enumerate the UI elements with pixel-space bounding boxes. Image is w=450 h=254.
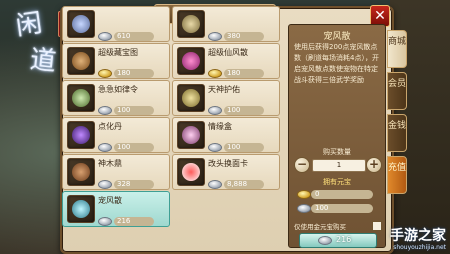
increase-quantity-button[interactable]: + <box>366 157 382 173</box>
tab-shop[interactable]: 商城 <box>387 30 407 68</box>
item-price: 328 <box>98 174 154 189</box>
shop-item[interactable]: 610 <box>62 6 170 42</box>
item-icon <box>177 10 205 38</box>
silver-ingot-icon <box>98 106 112 115</box>
owned-silver-value: 100 <box>311 204 373 213</box>
shop-item[interactable]: 天神护佑 100 <box>172 80 280 116</box>
item-icon <box>67 121 95 149</box>
item-price-value: 380 <box>224 32 264 41</box>
shop-item[interactable]: 超级藏宝图 180 <box>62 43 170 79</box>
shop-item[interactable]: 超级仙风散 180 <box>172 43 280 79</box>
item-icon <box>67 84 95 112</box>
item-price-value: 100 <box>114 106 154 115</box>
shop-item[interactable]: 点化丹 100 <box>62 117 170 153</box>
item-price: 100 <box>98 137 154 152</box>
item-price: 180 <box>208 63 264 78</box>
item-name: 点化丹 <box>98 122 122 131</box>
silver-ingot-icon <box>208 106 222 115</box>
owned-currency-label: 拥有元宝 <box>323 178 351 186</box>
gold-only-checkbox[interactable] <box>372 221 382 231</box>
decrease-quantity-button[interactable]: − <box>294 157 310 173</box>
item-price: 100 <box>208 137 264 152</box>
item-name: 神木鼎 <box>98 159 122 168</box>
tab-membership[interactable]: 会员 <box>387 72 407 110</box>
gold-ingot-icon <box>208 69 222 78</box>
item-grid: 610 380 超级藏宝图 180 超级仙风散 180 急急如律令 100 天神护佑 100 点化丹… <box>62 6 286 248</box>
owned-silver-row: 100 <box>297 203 377 214</box>
tab-money[interactable]: 金钱 <box>387 114 407 152</box>
shop-item[interactable]: 急急如律令 100 <box>62 80 170 116</box>
owned-gold-value: 0 <box>311 190 373 199</box>
silver-ingot-icon <box>208 143 222 152</box>
item-icon <box>177 47 205 75</box>
item-price-value: 8,888 <box>224 180 264 189</box>
watermark-url: shouyouzhijia.net <box>393 244 446 251</box>
buy-button[interactable]: 216 <box>299 233 377 248</box>
watermark: 手游之家 shouyouzhijia.net <box>390 228 446 252</box>
item-price-value: 180 <box>224 69 264 78</box>
item-icon <box>67 10 95 38</box>
item-price: 180 <box>98 63 154 78</box>
silver-ingot-icon <box>208 32 222 41</box>
item-name: 天神护佑 <box>208 85 240 94</box>
item-icon <box>67 158 95 186</box>
item-name: 改头换面卡 <box>208 159 248 168</box>
silver-ingot-icon <box>98 217 112 226</box>
item-price: 610 <box>98 26 154 41</box>
owned-gold-row: 0 <box>297 189 377 200</box>
item-price-value: 180 <box>114 69 154 78</box>
quantity-input[interactable]: 1 <box>312 159 366 172</box>
silver-ingot-icon <box>98 180 112 189</box>
item-icon <box>177 84 205 112</box>
shop-item[interactable]: 380 <box>172 6 280 42</box>
quantity-stepper: − 1 + <box>294 157 382 173</box>
detail-title: 宠风散 <box>323 32 351 42</box>
watermark-title: 手游之家 <box>390 228 446 244</box>
item-name: 超级仙风散 <box>208 48 248 57</box>
item-price: 100 <box>208 100 264 115</box>
item-icon <box>67 47 95 75</box>
tab-recharge[interactable]: 充值 <box>387 156 407 194</box>
gold-ingot-icon <box>297 190 311 199</box>
item-icon <box>67 195 95 223</box>
gold-only-label: 仅使用金元宝购买 <box>294 223 346 231</box>
item-price: 380 <box>208 26 264 41</box>
quantity-label: 购买数量 <box>323 148 351 156</box>
item-name: 急急如律令 <box>98 85 138 94</box>
item-price-value: 100 <box>224 106 264 115</box>
buy-price: 216 <box>336 235 352 244</box>
silver-ingot-icon <box>297 204 311 213</box>
item-price-value: 216 <box>114 217 154 226</box>
shop-item[interactable]: 宠风散 216 <box>62 191 170 227</box>
item-price-value: 100 <box>114 143 154 152</box>
item-price: 8,888 <box>208 174 264 189</box>
detail-description: 使用后获得200点宠风散点数（刷道每场消耗4点），开启宠风散点数使宠物在特定战斗… <box>294 43 379 84</box>
item-price-value: 328 <box>114 180 154 189</box>
item-name: 情缘盒 <box>208 122 232 131</box>
silver-ingot-icon <box>318 236 332 245</box>
item-icon <box>177 121 205 149</box>
item-price: 216 <box>98 211 154 226</box>
item-icon <box>177 158 205 186</box>
gold-ingot-icon <box>98 69 112 78</box>
silver-ingot-icon <box>208 180 222 189</box>
shop-item[interactable]: 改头换面卡 8,888 <box>172 154 280 190</box>
shop-item[interactable]: 神木鼎 328 <box>62 154 170 190</box>
silver-ingot-icon <box>98 143 112 152</box>
item-name: 宠风散 <box>98 196 122 205</box>
item-name: 超级藏宝图 <box>98 48 138 57</box>
item-price: 100 <box>98 100 154 115</box>
gold-only-option[interactable]: 仅使用金元宝购买 <box>294 221 382 231</box>
item-detail-panel: 宠风散 使用后获得200点宠风散点数（刷道每场消耗4点），开启宠风散点数使宠物在… <box>288 24 386 248</box>
item-price-value: 100 <box>224 143 264 152</box>
silver-ingot-icon <box>98 32 112 41</box>
shop-item[interactable]: 情缘盒 100 <box>172 117 280 153</box>
item-price-value: 610 <box>114 32 154 41</box>
